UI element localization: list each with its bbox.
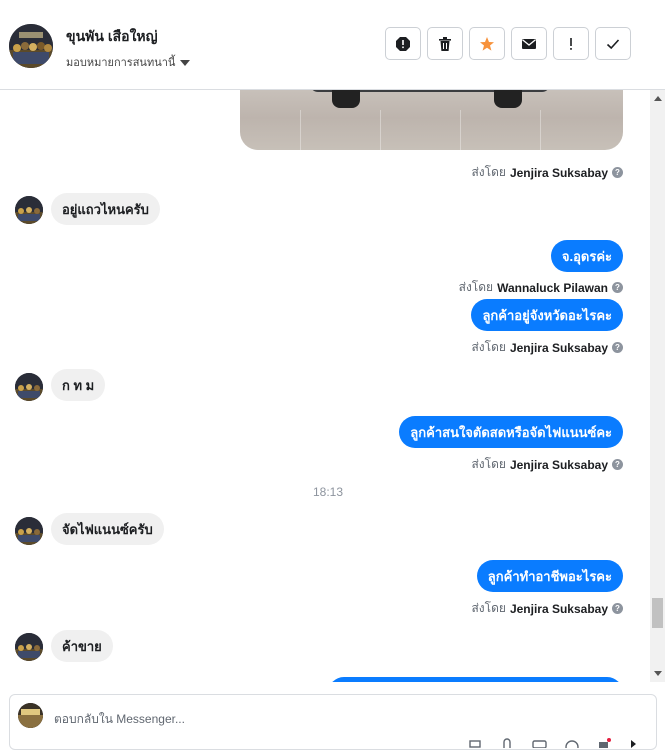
help-icon[interactable]: ? (612, 603, 623, 614)
star-button[interactable] (469, 27, 505, 60)
contact-name[interactable]: ขุนพัน เสือใหญ่ (66, 26, 158, 48)
mail-icon (522, 38, 536, 49)
sent-by-line: ส่งโดย Jenjira Suksabay ? (471, 599, 623, 618)
avatar-photo-icon (15, 517, 43, 545)
mark-done-button[interactable] (595, 27, 631, 60)
message-thread[interactable]: ส่งโดย Jenjira Suksabay ? อยู่แถวไหนครับ… (0, 90, 650, 682)
sender-name: Jenjira Suksabay (509, 601, 608, 616)
sender-name: Jenjira Suksabay (509, 457, 608, 472)
outgoing-message-partial[interactable] (328, 677, 623, 682)
sent-by-label: ส่งโดย (471, 457, 506, 471)
incoming-message[interactable]: อยู่แถวไหนครับ (51, 193, 160, 225)
contact-avatar-small[interactable] (15, 373, 43, 401)
sent-by-label: ส่งโดย (471, 601, 506, 615)
image-attachment[interactable] (240, 90, 623, 150)
sent-by-label: ส่งโดย (458, 280, 494, 294)
sent-by-line: ส่งโดย Jenjira Suksabay ? (471, 163, 623, 182)
sent-by-label: ส่งโดย (471, 165, 506, 179)
assign-label: มอบหมายการสนทนานี้ (66, 57, 176, 69)
trash-icon (439, 36, 451, 51)
follow-up-button[interactable] (553, 27, 589, 60)
mark-unread-button[interactable] (511, 27, 547, 60)
check-icon (606, 38, 620, 49)
avatar-photo-icon (9, 24, 53, 68)
sender-name: Jenjira Suksabay (509, 165, 608, 180)
sent-by-line: ส่งโดย Jenjira Suksabay ? (471, 455, 623, 474)
action-toolbar (385, 27, 631, 60)
avatar-photo-icon (15, 196, 43, 224)
assign-conversation-dropdown[interactable]: มอบหมายการสนทนานี้ (66, 53, 191, 71)
contact-avatar-small[interactable] (15, 196, 43, 224)
incoming-message[interactable]: ก ท ม (51, 369, 106, 401)
saved-reply-icon[interactable] (468, 735, 484, 748)
outgoing-message[interactable]: ลูกค้าอยู่จังหวัดอะไรคะ (471, 299, 623, 331)
floor-tile-line (540, 110, 541, 150)
sender-name: Wannaluck Pilawan (497, 280, 608, 295)
avatar-photo-icon (15, 633, 43, 661)
sent-by-line: ส่งโดย Jenjira Suksabay ? (471, 338, 623, 357)
emoji-icon[interactable] (564, 735, 580, 753)
sent-by-line: ส่งโดย Wannaluck Pilawan ? (459, 278, 623, 297)
car-wheel (494, 90, 522, 108)
spam-alert-icon (396, 36, 410, 51)
floor-tile-line (300, 110, 301, 150)
outgoing-message[interactable]: ลูกค้าทำอาชีพอะไรคะ (476, 560, 623, 592)
help-icon[interactable]: ? (612, 459, 623, 470)
sender-name: Jenjira Suksabay (509, 340, 608, 355)
outgoing-message[interactable]: จ.อุดรค่ะ (550, 240, 623, 272)
send-icon[interactable] (628, 735, 644, 748)
incoming-message[interactable]: จัดไฟแนนซ์ครับ (51, 513, 164, 545)
exclamation-icon (570, 37, 572, 50)
attach-icon[interactable] (500, 735, 516, 748)
outgoing-message[interactable]: ลูกค้าสนใจตัดสดหรือจัดไฟแนนซ์คะ (399, 416, 623, 448)
scroll-down-arrow-icon[interactable] (654, 671, 662, 676)
contact-avatar-small[interactable] (15, 517, 43, 545)
conversation-header: ขุนพัน เสือใหญ่ มอบหมายการสนทนานี้ (0, 0, 665, 90)
composer-tools (468, 735, 644, 753)
car-wheel (332, 90, 360, 108)
contact-avatar-small[interactable] (15, 633, 43, 661)
help-icon[interactable]: ? (612, 342, 623, 353)
image-icon[interactable] (532, 735, 548, 749)
floor-tile-line (380, 110, 381, 150)
avatar-photo-icon (18, 703, 43, 728)
delete-button[interactable] (427, 27, 463, 60)
scrollbar-thumb[interactable] (652, 598, 663, 628)
help-icon[interactable]: ? (612, 282, 623, 293)
incoming-message[interactable]: ค้าขาย (51, 630, 113, 662)
reply-input[interactable]: ตอบกลับใน Messenger... (54, 710, 185, 729)
scroll-up-arrow-icon[interactable] (654, 96, 662, 101)
help-icon[interactable]: ? (612, 167, 623, 178)
page-avatar (18, 703, 43, 728)
time-separator: 18:13 (312, 485, 344, 499)
mark-spam-button[interactable] (385, 27, 421, 60)
avatar-photo-icon (15, 373, 43, 401)
floor-tile-line (460, 110, 461, 150)
contact-avatar[interactable] (9, 24, 53, 68)
sent-by-label: ส่งโดย (471, 340, 506, 354)
tag-icon[interactable] (596, 735, 612, 748)
star-icon (480, 36, 494, 51)
thread-scrollbar[interactable] (650, 90, 665, 682)
caret-down-icon (180, 60, 191, 67)
